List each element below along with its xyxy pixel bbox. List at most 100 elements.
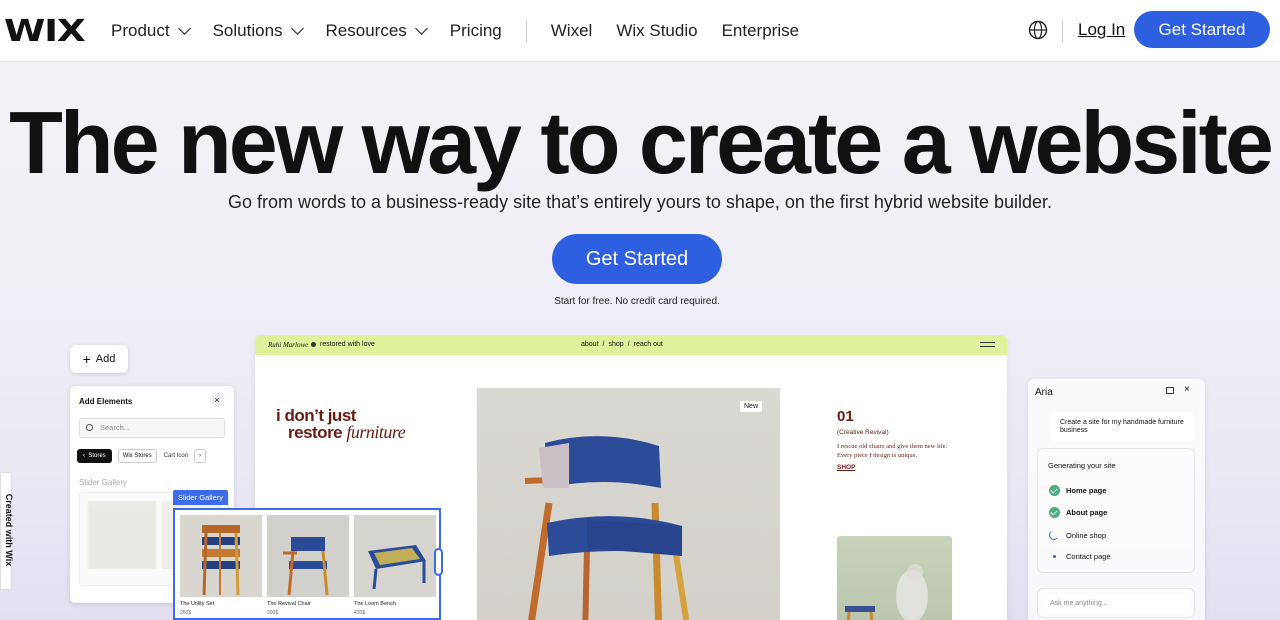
site-link-shop[interactable]: shop (608, 341, 623, 348)
workshop-photo (837, 536, 952, 620)
header-divider (1062, 20, 1063, 42)
nav-solutions[interactable]: Solutions (212, 21, 304, 41)
panel-title: Add Elements (79, 397, 133, 406)
chip-stores[interactable]: ‹ Stores (77, 449, 112, 463)
step-online-shop: Online shop (1049, 530, 1106, 540)
gallery-image (180, 515, 262, 597)
nav-enterprise[interactable]: Enterprise (722, 21, 799, 41)
site-nav-bar: Ruhi Marlowe restored with love about / sh… (255, 335, 1007, 355)
site-link-about[interactable]: about (581, 341, 599, 348)
gallery-item-name: The Loom Bench (354, 601, 396, 607)
new-badge: New (740, 401, 763, 412)
link-separator: / (602, 341, 605, 348)
globe-icon[interactable] (1028, 20, 1048, 40)
gallery-item[interactable]: The Loom Bench 430$ (354, 515, 436, 616)
main-nav: Product Solutions Resources Pricing Wixe… (111, 0, 823, 62)
close-icon[interactable]: × (1184, 384, 1190, 395)
spinner-icon (1049, 530, 1059, 540)
preview-image (88, 501, 156, 569)
section-label: Slider Gallery (79, 478, 128, 487)
step-about-page: About page (1049, 507, 1107, 518)
gallery-image (267, 515, 349, 597)
link-separator: / (627, 341, 630, 348)
gallery-item-price: 260$ (180, 610, 192, 616)
hero-title: The new way to create a website (9, 93, 1274, 192)
selection-label: Slider Gallery (173, 490, 229, 505)
aria-title: Aria (1035, 387, 1053, 398)
header-get-started-button[interactable]: Get Started (1134, 11, 1270, 48)
check-icon (1049, 485, 1060, 496)
aria-input-container: Ask me anything... (1037, 588, 1195, 618)
site-tagline: restored with love (320, 341, 375, 348)
headline-line-2: restore (288, 423, 343, 442)
nav-divider (525, 20, 527, 42)
nav-pricing[interactable]: Pricing (450, 21, 502, 41)
gallery-item-name: The Utility Set (180, 601, 215, 607)
nav-wixel[interactable]: Wixel (551, 21, 593, 41)
add-label: Add (95, 353, 116, 365)
gallery-image (354, 515, 436, 597)
resize-handle[interactable] (434, 548, 443, 576)
step-label: Home page (1066, 486, 1107, 495)
hero-note: Start for free. No credit card required. (554, 296, 720, 307)
slider-gallery-selection[interactable]: The Utility Set 260$ The Revival Chair 3… (173, 508, 441, 620)
hero-get-started-button[interactable]: Get Started (552, 234, 722, 284)
chair-photo: New (477, 388, 780, 620)
add-button[interactable]: + Add (70, 345, 128, 373)
chat-icon[interactable] (1166, 387, 1174, 394)
gallery-item-name: The Revival Chair (267, 601, 311, 607)
chevron-down-icon (414, 22, 428, 35)
category-chips: ‹ Stores Wix Stores Cart Icon › (77, 449, 210, 463)
chevron-right-icon[interactable]: › (194, 449, 207, 463)
wix-logo[interactable]: WIX (4, 14, 86, 49)
chair-illustration (524, 436, 690, 620)
generation-title: Generating your site (1048, 461, 1116, 470)
close-icon[interactable]: × (210, 393, 224, 407)
nav-resources-label: Resources (325, 21, 407, 40)
site-links: about / shop / reach out (581, 341, 663, 348)
step-label: Contact page (1066, 552, 1111, 561)
gallery-item[interactable]: The Revival Chair 300$ (267, 515, 349, 616)
login-link[interactable]: Log In (1078, 20, 1125, 40)
gallery-item-price: 430$ (354, 610, 366, 616)
headline-line-3: furniture (346, 422, 406, 442)
nav-pricing-label: Pricing (449, 21, 502, 40)
user-message: Create a site for my handmade furniture … (1050, 412, 1195, 441)
hamburger-icon[interactable] (980, 342, 995, 347)
nav-solutions-label: Solutions (212, 21, 283, 40)
search-placeholder: Search... (100, 423, 131, 432)
chip-cart-icon[interactable]: Cart Icon (161, 450, 191, 462)
hero-subtitle: Go from words to a business-ready site t… (227, 192, 1053, 212)
step-home-page: Home page (1049, 485, 1106, 496)
site-brand: Ruhi Marlowe (268, 341, 309, 349)
step-label: About page (1066, 508, 1108, 517)
pending-dot-icon (1053, 555, 1056, 558)
nav-resources[interactable]: Resources (325, 21, 428, 41)
chevron-down-icon (290, 22, 304, 35)
elements-search-input[interactable]: Search... (79, 418, 225, 438)
created-with-wix-tab[interactable]: Created with Wix (0, 472, 15, 590)
search-icon (86, 424, 93, 431)
site-link-reach-out[interactable]: reach out (634, 341, 663, 348)
section-description: I rescue old chairs and give them new li… (837, 443, 948, 459)
top-nav: WIX Product Solutions Resources Pricing … (0, 0, 1280, 62)
chip-wix-stores[interactable]: Wix Stores (117, 449, 157, 463)
bench-illustration (368, 545, 426, 590)
stool-stack-illustration (202, 525, 240, 596)
side-tab-label: Created with Wix (4, 493, 15, 567)
section-number: 01 (837, 408, 854, 425)
nav-product[interactable]: Product (111, 21, 191, 41)
nav-product-label: Product (111, 21, 170, 40)
gallery-item[interactable]: The Utility Set 260$ (180, 515, 262, 616)
step-label: Online shop (1066, 530, 1107, 540)
plus-icon: + (82, 351, 91, 367)
workshop-illustration (845, 564, 928, 620)
nav-wix-studio[interactable]: Wix Studio (616, 21, 697, 41)
chair-illustration (283, 537, 329, 596)
step-contact-page: Contact page (1049, 552, 1111, 561)
gallery-item-price: 300$ (267, 610, 279, 616)
aria-assistant-panel: Aria × Create a site for my handmade fur… (1028, 379, 1205, 620)
aria-input[interactable]: Ask me anything... (1044, 594, 1189, 613)
shop-link[interactable]: SHOP (837, 464, 855, 471)
chip-stores-label: Stores (88, 453, 106, 459)
